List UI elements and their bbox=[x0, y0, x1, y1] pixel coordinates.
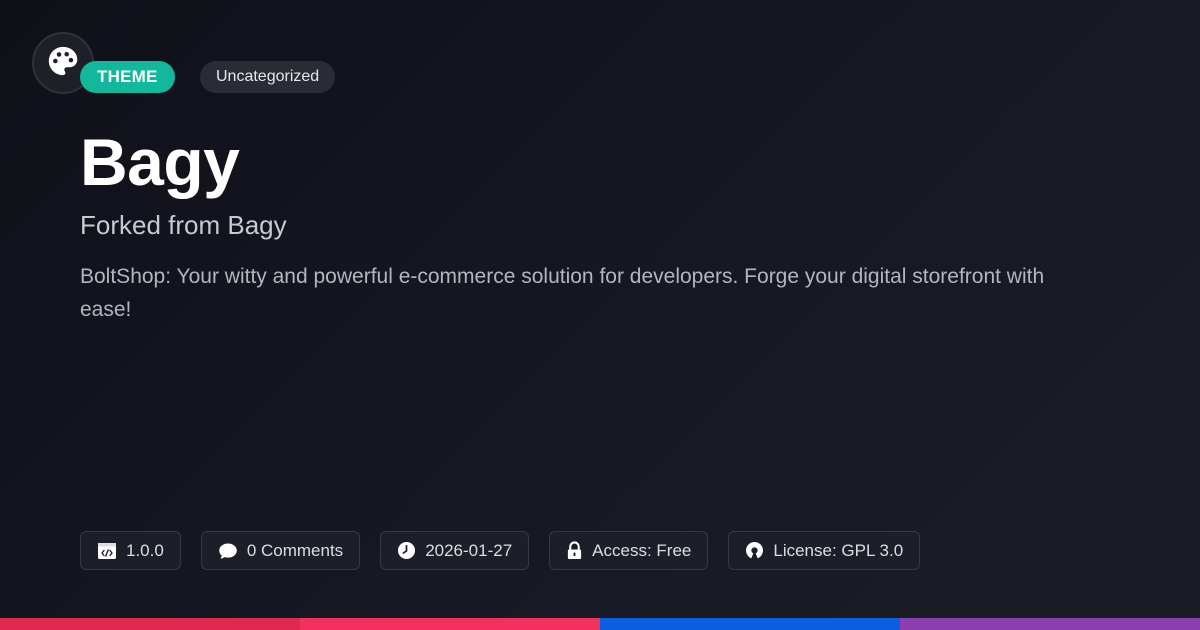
accent-bar-segment-3 bbox=[600, 618, 900, 630]
open-source-icon bbox=[745, 541, 764, 560]
page-title: Bagy bbox=[80, 125, 240, 199]
accent-bar-segment-1 bbox=[0, 618, 300, 630]
page-subtitle: Forked from Bagy bbox=[80, 210, 287, 240]
version-pill: 1.0.0 bbox=[80, 531, 181, 570]
comments-text: 0 Comments bbox=[246, 540, 344, 560]
meta-row: 1.0.0 0 Comments 2026-01-27 Access: Free bbox=[80, 531, 921, 570]
palette-icon bbox=[46, 44, 80, 83]
version-text: 1.0.0 bbox=[126, 540, 164, 560]
accent-bar-segment-4 bbox=[900, 618, 1200, 630]
type-badge[interactable]: THEME bbox=[80, 61, 175, 93]
access-text: Access: Free bbox=[592, 540, 692, 560]
clock-icon bbox=[397, 541, 416, 560]
page-description: BoltShop: Your witty and powerful e-comm… bbox=[80, 265, 1045, 321]
comments-pill[interactable]: 0 Comments bbox=[200, 531, 361, 570]
accent-bar bbox=[0, 618, 1200, 630]
date-text: 2026-01-27 bbox=[425, 540, 513, 560]
code-window-icon bbox=[97, 542, 117, 560]
license-text: License: GPL 3.0 bbox=[773, 540, 904, 560]
lock-icon bbox=[566, 541, 583, 560]
category-badge[interactable]: Uncategorized bbox=[200, 61, 336, 93]
license-pill: License: GPL 3.0 bbox=[728, 531, 921, 570]
date-pill: 2026-01-27 bbox=[380, 531, 530, 570]
comment-icon bbox=[218, 542, 238, 560]
access-pill: Access: Free bbox=[549, 531, 709, 570]
accent-bar-segment-2 bbox=[300, 618, 600, 630]
